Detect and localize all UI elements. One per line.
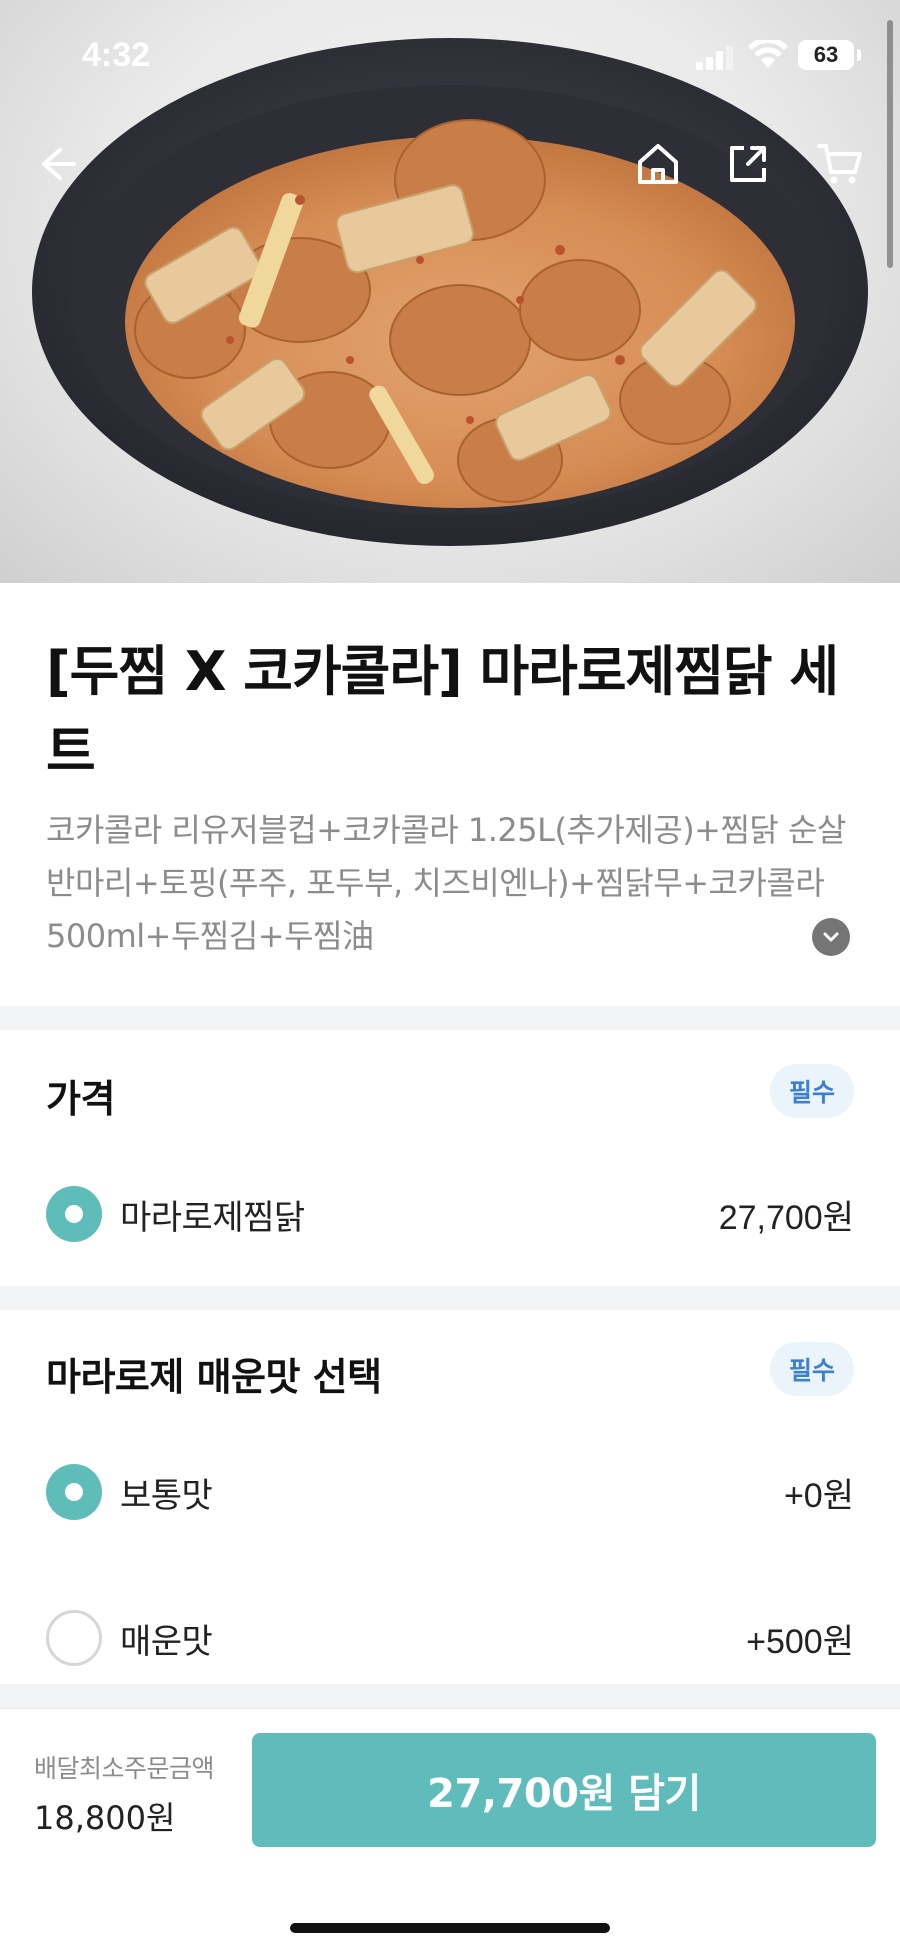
battery-indicator: 63 [798, 40, 854, 70]
radio-selected[interactable] [46, 1186, 102, 1242]
required-badge: 필수 [770, 1342, 854, 1396]
option-maro-rose[interactable]: 마라로제찜닭 27,700원 [0, 1168, 900, 1258]
product-title: [두찜 X 코카콜라] 마라로제찜닭 세트 [46, 640, 839, 783]
option-label: 마라로제찜닭 [120, 1198, 305, 1238]
option-normal-spice[interactable]: 보통맛 +0원 [0, 1446, 900, 1536]
wifi-icon [748, 40, 788, 68]
section-divider [0, 1006, 900, 1030]
home-button[interactable] [630, 136, 686, 192]
radio-selected[interactable] [46, 1464, 102, 1520]
radio-unselected[interactable] [46, 1610, 102, 1666]
status-bar: 4:32 63 [0, 0, 900, 110]
battery-tip [857, 49, 861, 61]
option-label: 보통맛 [120, 1476, 213, 1516]
arrow-left-icon [42, 148, 76, 180]
product-description: 코카콜라 리유저블컵+코카콜라 1.25L(추가제공)+찜닭 순살반마리+토핑(… [46, 811, 846, 955]
section-divider [0, 1286, 900, 1310]
section-title-price: 가격 [46, 1077, 115, 1121]
min-order-label: 배달최소주문금액 [34, 1754, 215, 1783]
scroll-indicator [887, 20, 893, 268]
min-order-value: 18,800원 [34, 1799, 176, 1837]
option-hot-spice[interactable]: 매운맛 +500원 [0, 1592, 900, 1682]
back-button[interactable] [30, 136, 86, 192]
section-divider [0, 1684, 900, 1708]
section-title-spice: 마라로제 매운맛 선택 [46, 1355, 382, 1399]
cellular-signal-icon [696, 46, 733, 70]
option-price: 27,700원 [718, 1199, 854, 1237]
bottom-order-bar: 배달최소주문금액 18,800원 27,700원 담기 [0, 1708, 900, 1948]
home-icon [638, 144, 678, 184]
option-label: 매운맛 [120, 1622, 213, 1662]
required-badge: 필수 [770, 1064, 854, 1118]
cart-button[interactable] [812, 136, 868, 192]
option-price: +0원 [783, 1477, 854, 1515]
add-to-cart-button[interactable]: 27,700원 담기 [252, 1733, 876, 1847]
battery-level: 63 [813, 42, 839, 67]
share-button[interactable] [720, 136, 776, 192]
home-indicator [290, 1923, 610, 1933]
status-time: 4:32 [82, 36, 151, 74]
share-icon [730, 146, 766, 182]
expand-description-button[interactable] [812, 918, 850, 956]
cart-icon [817, 144, 862, 184]
chevron-down-icon [823, 932, 839, 942]
option-price: +500원 [746, 1623, 854, 1661]
